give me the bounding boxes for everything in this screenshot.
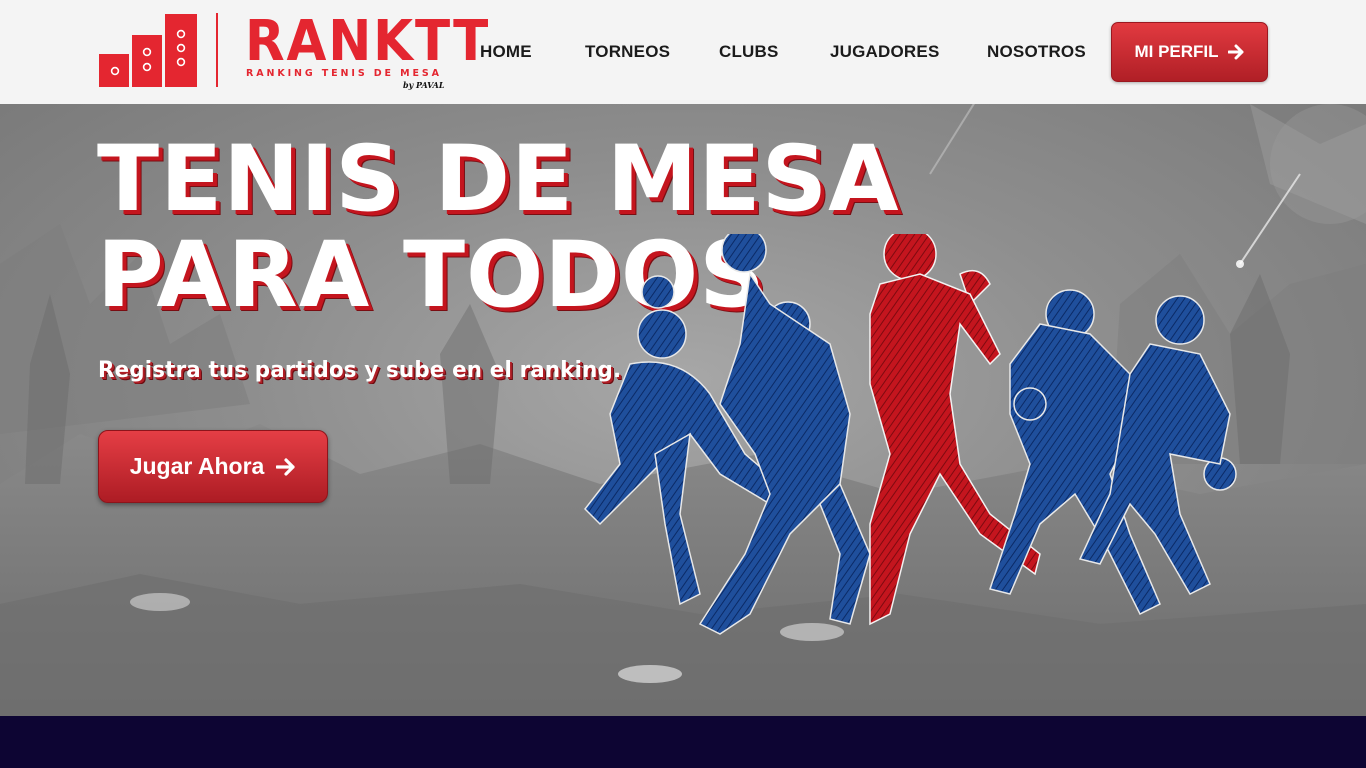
arrow-right-icon (1227, 44, 1244, 60)
hero-title-line1: TENIS DE MESA (97, 127, 900, 232)
nav-jugadores[interactable]: JUGADORES (830, 42, 940, 64)
nav-torneos[interactable]: TORNEOS (585, 42, 670, 64)
jugar-ahora-button[interactable]: Jugar Ahora (98, 430, 328, 503)
logo-divider (216, 13, 218, 87)
brand-logo[interactable]: RANKTT RANKING TENIS DE MESA by PAVAL (99, 12, 488, 92)
logo-tagline: RANKING TENIS DE MESA (246, 68, 442, 79)
site-header: RANKTT RANKING TENIS DE MESA by PAVAL HO… (0, 0, 1366, 104)
logo-byline: by PAVAL (403, 80, 445, 90)
hero-subtitle: Registra tus partidos y sube en el ranki… (98, 358, 622, 383)
table-tennis-players-illustration (584, 234, 1237, 635)
mi-perfil-label: MI PERFIL (1134, 42, 1219, 61)
jugar-ahora-label: Jugar Ahora (129, 453, 265, 479)
nav-home[interactable]: HOME (480, 42, 532, 64)
next-section-band (0, 716, 1366, 768)
hero-section: TENIS DE MESA PARA TODOS Registra tus pa… (0, 104, 1366, 716)
logo-wordmark: RANKTT (245, 9, 491, 74)
arrow-right-icon (276, 457, 295, 476)
mi-perfil-button[interactable]: MI PERFIL (1111, 22, 1268, 82)
nav-nosotros[interactable]: NOSOTROS (987, 42, 1086, 64)
ranking-bars-icon (99, 14, 197, 87)
nav-clubs[interactable]: CLUBS (719, 42, 779, 64)
